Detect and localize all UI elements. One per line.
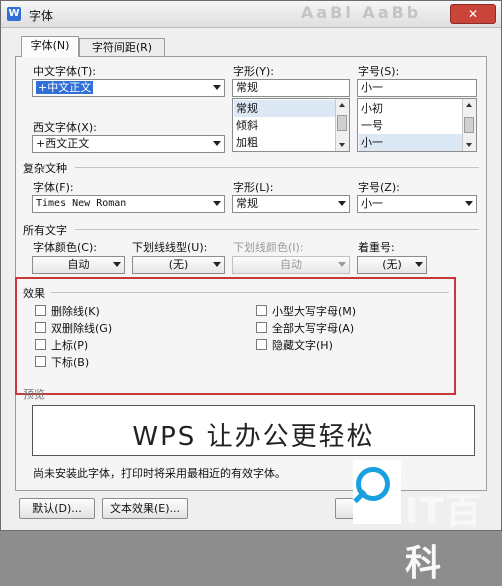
font-color-value: 自动 [67, 258, 90, 271]
complex-style-value: 常规 [236, 197, 258, 210]
underline-type-value: (无) [168, 258, 189, 271]
scroll-down-icon [339, 143, 345, 147]
style-label: 字形(Y): [233, 65, 275, 78]
style-input[interactable]: 常规 [232, 79, 350, 97]
all-text-section-label: 所有文字 [23, 224, 67, 237]
divider [75, 229, 479, 230]
complex-style-select[interactable]: 常规 [232, 195, 350, 213]
background-ribbon-text: AaBl AaBb [301, 3, 422, 22]
watermark-brand-large: IT百科 [405, 491, 482, 584]
complex-font-select[interactable]: Times New Roman [32, 195, 225, 213]
title-bar: W 字体 AaBl AaBb ✕ [1, 1, 501, 28]
list-item[interactable]: 常规 [234, 100, 335, 117]
scroll-up-icon [339, 103, 345, 107]
divider [75, 167, 479, 168]
emphasis-select[interactable]: (无) [357, 256, 427, 274]
font-color-select[interactable]: 自动 [32, 256, 125, 274]
chevron-down-icon [415, 262, 423, 267]
font-color-label: 字体颜色(C): [33, 241, 97, 254]
all-caps-label[interactable]: 全部大写字母(A) [272, 320, 354, 336]
scroll-down-icon [466, 143, 472, 147]
subscript-checkbox[interactable] [35, 356, 46, 367]
size-input[interactable]: 小一 [357, 79, 477, 97]
list-item[interactable]: 倾斜 [236, 117, 258, 134]
cn-font-label: 中文字体(T): [33, 65, 97, 78]
chevron-down-icon [113, 262, 121, 267]
size-scrollbar[interactable] [462, 99, 476, 151]
list-item[interactable]: 小初 [361, 100, 383, 117]
style-list: 常规 倾斜 加粗 [232, 98, 350, 152]
underline-color-label: 下划线颜色(I): [233, 241, 304, 254]
west-font-label: 西文字体(X): [33, 121, 97, 134]
chevron-down-icon [213, 85, 221, 90]
subscript-label[interactable]: 下标(B) [51, 354, 89, 370]
cn-font-select[interactable]: +中文正文 [32, 79, 225, 97]
style-scrollbar[interactable] [335, 99, 349, 151]
font-not-installed-note: 尚未安装此字体，打印时将采用最相近的有效字体。 [33, 467, 286, 480]
chevron-down-icon [213, 262, 221, 267]
text-effects-button[interactable]: 文本效果(E)... [102, 498, 188, 519]
chevron-down-icon [338, 201, 346, 206]
size-label: 字号(S): [358, 65, 400, 78]
complex-font-value: Times New Roman [36, 198, 127, 209]
emphasis-label: 着重号: [358, 241, 395, 254]
close-button[interactable]: ✕ [450, 4, 496, 24]
chevron-down-icon [465, 201, 473, 206]
underline-color-select: 自动 [232, 256, 350, 274]
complex-size-label: 字号(Z): [358, 181, 400, 194]
strikethrough-label[interactable]: 删除线(K) [51, 303, 100, 319]
dialog-title: 字体 [29, 9, 54, 23]
tab-char-spacing[interactable]: 字符间距(R) [79, 38, 165, 57]
scroll-thumb[interactable] [464, 117, 474, 133]
chevron-down-icon [213, 141, 221, 146]
double-strikethrough-checkbox[interactable] [35, 322, 46, 333]
small-caps-label[interactable]: 小型大写字母(M) [272, 303, 356, 319]
size-list: 小初 一号 小一 [357, 98, 477, 152]
watermark-brand-small: PConline [405, 466, 458, 480]
complex-font-label: 字体(F): [33, 181, 74, 194]
small-caps-checkbox[interactable] [256, 305, 267, 316]
list-item[interactable]: 加粗 [236, 134, 258, 151]
scroll-thumb[interactable] [337, 115, 347, 131]
underline-type-select[interactable]: (无) [132, 256, 225, 274]
complex-size-value: 小一 [361, 197, 383, 210]
preview-box: WPS 让办公更轻松 [32, 405, 475, 456]
west-font-select[interactable]: +西文正文 [32, 135, 225, 153]
complex-style-label: 字形(L): [233, 181, 274, 194]
superscript-checkbox[interactable] [35, 339, 46, 350]
cn-font-value: +中文正文 [36, 81, 94, 94]
west-font-value: +西文正文 [36, 137, 90, 150]
wps-app-icon: W [7, 7, 21, 21]
preview-text: WPS 让办公更轻松 [132, 422, 375, 452]
strikethrough-checkbox[interactable] [35, 305, 46, 316]
hidden-text-checkbox[interactable] [256, 339, 267, 350]
all-caps-checkbox[interactable] [256, 322, 267, 333]
emphasis-value: (无) [382, 258, 402, 271]
divider [51, 292, 449, 293]
font-dialog: W 字体 AaBl AaBb ✕ 字体(N) 字符间距(R) 中文字体(T): … [0, 0, 502, 584]
list-item[interactable]: 小一 [359, 134, 462, 151]
complex-section-label: 复杂文种 [23, 162, 67, 175]
default-button[interactable]: 默认(D)... [19, 498, 95, 519]
tab-font[interactable]: 字体(N) [21, 36, 79, 57]
scroll-up-icon [466, 103, 472, 107]
underline-color-value: 自动 [280, 258, 302, 271]
superscript-label[interactable]: 上标(P) [51, 337, 88, 353]
complex-size-select[interactable]: 小一 [357, 195, 477, 213]
chevron-down-icon [338, 262, 346, 267]
hidden-text-label[interactable]: 隐藏文字(H) [272, 337, 333, 353]
list-item[interactable]: 一号 [361, 117, 383, 134]
effects-highlight-frame [15, 277, 456, 395]
effects-section-label: 效果 [23, 287, 45, 300]
double-strikethrough-label[interactable]: 双删除线(G) [51, 320, 112, 336]
chevron-down-icon [213, 201, 221, 206]
ok-button-partial[interactable] [335, 498, 355, 519]
underline-type-label: 下划线线型(U): [132, 241, 208, 254]
preview-section-label: 预览 [23, 388, 45, 401]
